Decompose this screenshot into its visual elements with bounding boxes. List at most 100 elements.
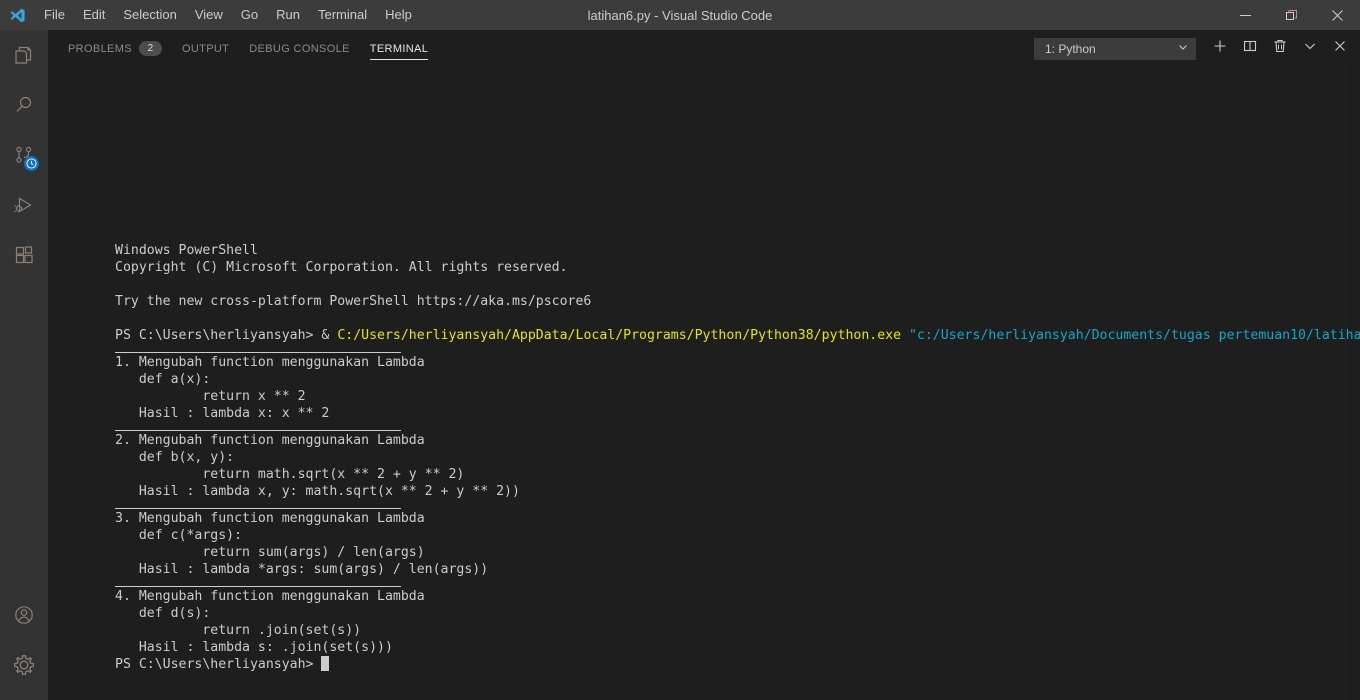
account-icon <box>15 606 33 624</box>
terminal-text: PS C:\Users\herliyansyah> & <box>115 328 338 343</box>
terminal-cursor <box>321 656 330 671</box>
terminal-selector-value: 1: Python <box>1045 41 1096 56</box>
panel-actions: 1: Python <box>1034 31 1360 66</box>
chevron-down-icon <box>1177 41 1189 56</box>
terminal-line: return x ** 2 <box>115 388 1360 405</box>
terminal-scrollbar[interactable] <box>1345 66 1346 700</box>
sidebar-item-source-control[interactable] <box>0 130 48 180</box>
terminal-text: return math.sqrt(x ** 2 + y ** 2) <box>115 467 465 482</box>
close-panel-button[interactable] <box>1326 36 1354 62</box>
terminal-text: C:/Users/herliyansyah/AppData/Local/Prog… <box>337 328 902 343</box>
terminal-text: Hasil : lambda s: .join(set(s))) <box>115 640 393 655</box>
restore-icon[interactable] <box>1268 0 1314 30</box>
terminal-separator <box>115 586 401 587</box>
title-bar: File Edit Selection View Go Run Terminal… <box>0 0 1360 30</box>
terminal-line: 1. Mengubah function menggunakan Lambda <box>115 354 1360 371</box>
menu-item-run[interactable]: Run <box>267 0 309 30</box>
tab-problems-label: PROBLEMS <box>68 42 132 55</box>
terminal-line: Hasil : lambda x, y: math.sqrt(x ** 2 + … <box>115 483 1360 500</box>
clock-icon <box>26 158 37 169</box>
terminal-text: Windows PowerShell <box>115 243 258 258</box>
terminal-separator <box>115 430 401 431</box>
terminal-text: 4. Mengubah function menggunakan Lambda <box>115 589 425 604</box>
terminal-text: PS C:\Users\herliyansyah> <box>115 657 322 672</box>
tab-output[interactable]: OUTPUT <box>172 31 239 66</box>
source-control-clock-badge <box>24 156 39 171</box>
terminal-line: return math.sqrt(x ** 2 + y ** 2) <box>115 466 1360 483</box>
terminal-line: PS C:\Users\herliyansyah> & C:/Users/her… <box>115 327 1360 344</box>
trash-icon <box>1272 38 1288 59</box>
terminal-text: 1. Mengubah function menggunakan Lambda <box>115 355 425 370</box>
gear-icon <box>14 655 34 675</box>
panel-header: PROBLEMS 2 OUTPUT DEBUG CONSOLE TERMINAL… <box>48 30 1360 66</box>
terminal-text: 2. Mengubah function menggunakan Lambda <box>115 433 425 448</box>
window-controls <box>1222 0 1360 30</box>
terminal-separator <box>115 508 401 509</box>
run-debug-icon <box>14 197 32 213</box>
panel-views-button[interactable] <box>1296 36 1324 62</box>
terminal-line: def c(*args): <box>115 527 1360 544</box>
terminal-line: 4. Mengubah function menggunakan Lambda <box>115 588 1360 605</box>
terminal-selector-dropdown[interactable]: 1: Python <box>1034 37 1196 60</box>
terminal-line: 3. Mengubah function menggunakan Lambda <box>115 510 1360 527</box>
terminal-line: def d(s): <box>115 605 1360 622</box>
vscode-logo-icon <box>0 0 35 30</box>
terminal-text: Try the new cross-platform PowerShell ht… <box>115 294 592 309</box>
menu-item-selection[interactable]: Selection <box>114 0 185 30</box>
terminal-text: Hasil : lambda x, y: math.sqrt(x ** 2 + … <box>115 484 520 499</box>
terminal-text: return sum(args) / len(args) <box>115 545 425 560</box>
tab-problems[interactable]: PROBLEMS 2 <box>58 31 172 66</box>
plus-icon <box>1212 38 1228 59</box>
kill-terminal-button[interactable] <box>1266 36 1294 62</box>
terminal-text: return .join(set(s)) <box>115 623 362 638</box>
menu-bar: File Edit Selection View Go Run Terminal… <box>35 0 421 30</box>
tab-debug-console[interactable]: DEBUG CONSOLE <box>239 31 360 66</box>
sidebar-item-extensions[interactable] <box>0 230 48 280</box>
terminal-text: "c:/Users/herliyansyah/Documents/tugas p… <box>908 328 1360 343</box>
terminal-text: return x ** 2 <box>115 389 306 404</box>
close-icon <box>1332 38 1348 59</box>
split-icon <box>1242 38 1258 59</box>
sidebar-item-search[interactable] <box>0 80 48 130</box>
problems-count-badge: 2 <box>138 41 162 56</box>
terminal-text: def a(x): <box>115 372 211 387</box>
terminal-line: Windows PowerShell <box>115 242 1360 259</box>
main-area: PROBLEMS 2 OUTPUT DEBUG CONSOLE TERMINAL… <box>48 30 1360 700</box>
menu-item-file[interactable]: File <box>35 0 74 30</box>
minimize-icon[interactable] <box>1222 0 1268 30</box>
terminal-text: Hasil : lambda *args: sum(args) / len(ar… <box>115 562 489 577</box>
new-terminal-button[interactable] <box>1206 36 1234 62</box>
terminal-line: Hasil : lambda s: .join(set(s))) <box>115 639 1360 656</box>
search-icon <box>16 96 32 112</box>
tab-debug-console-label: DEBUG CONSOLE <box>249 42 350 55</box>
split-terminal-button[interactable] <box>1236 36 1264 62</box>
terminal-text: def b(x, y): <box>115 450 235 465</box>
terminal-text: def d(s): <box>115 606 211 621</box>
terminal-line: Try the new cross-platform PowerShell ht… <box>115 293 1360 310</box>
chevron-down-icon <box>1302 38 1318 59</box>
terminal-panel[interactable]: Windows PowerShell Copyright (C) Microsof… <box>48 66 1360 700</box>
sidebar-item-accounts[interactable] <box>0 590 48 640</box>
terminal-line: Hasil : lambda *args: sum(args) / len(ar… <box>115 561 1360 578</box>
terminal-line: return sum(args) / len(args) <box>115 544 1360 561</box>
sidebar-item-settings[interactable] <box>0 640 48 690</box>
terminal-line: 2. Mengubah function menggunakan Lambda <box>115 432 1360 449</box>
menu-item-edit[interactable]: Edit <box>74 0 114 30</box>
menu-item-help[interactable]: Help <box>376 0 421 30</box>
tab-terminal[interactable]: TERMINAL <box>360 31 438 66</box>
menu-item-terminal[interactable]: Terminal <box>309 0 376 30</box>
close-icon[interactable] <box>1314 0 1360 30</box>
terminal-line: def a(x): <box>115 371 1360 388</box>
activity-bar <box>0 30 48 700</box>
terminal-line: return .join(set(s)) <box>115 622 1360 639</box>
menu-item-view[interactable]: View <box>186 0 232 30</box>
terminal-prompt-line: PS C:\Users\herliyansyah> <box>115 656 1360 673</box>
files-icon <box>15 46 32 64</box>
terminal-line: def b(x, y): <box>115 449 1360 466</box>
menu-item-go[interactable]: Go <box>232 0 267 30</box>
sidebar-item-run-and-debug[interactable] <box>0 180 48 230</box>
sidebar-item-explorer[interactable] <box>0 30 48 80</box>
